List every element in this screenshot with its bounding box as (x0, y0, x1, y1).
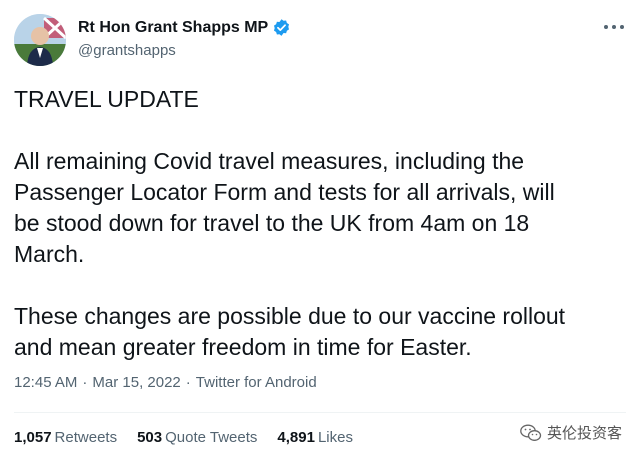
likes-stat[interactable]: 4,891 Likes (277, 429, 353, 446)
tweet-heading: TRAVEL UPDATE (14, 86, 199, 112)
tweet-date[interactable]: Mar 15, 2022 (92, 374, 180, 391)
engagement-stats: 1,057 Retweets 503 Quote Tweets 4,891 Likes (14, 429, 373, 446)
tweet-line: be stood down for travel to the UK from … (14, 210, 530, 236)
retweets-stat[interactable]: 1,057 Retweets (14, 429, 117, 446)
verified-badge-icon (274, 19, 290, 36)
tweet-line: and mean greater freedom in time for Eas… (14, 334, 472, 360)
tweet-source[interactable]: Twitter for Android (196, 374, 317, 391)
tweet-text: TRAVEL UPDATE All remaining Covid travel… (14, 84, 614, 363)
quote-tweets-count: 503 (137, 429, 163, 446)
likes-count: 4,891 (277, 429, 315, 446)
tweet-line: March. (14, 241, 85, 267)
tweet-metadata: 12:45 AM · Mar 15, 2022 · Twitter for Androi… (14, 374, 317, 391)
quote-tweets-label: Quote Tweets (165, 429, 258, 446)
watermark: 英伦投资客 (520, 422, 622, 443)
separator: · (185, 374, 191, 391)
divider (14, 412, 626, 413)
wechat-icon (520, 424, 542, 441)
tweet-line: Passenger Locator Form and tests for all… (14, 179, 555, 205)
separator: · (82, 374, 88, 391)
retweets-label: Retweets (54, 429, 118, 446)
more-options-icon[interactable] (602, 20, 626, 34)
handle[interactable]: @grantshapps (78, 42, 176, 59)
quote-tweets-stat[interactable]: 503 Quote Tweets (137, 429, 257, 446)
tweet-time[interactable]: 12:45 AM (14, 374, 77, 391)
tweet-line: All remaining Covid travel measures, inc… (14, 148, 525, 174)
avatar[interactable] (14, 14, 66, 66)
tweet-header: Rt Hon Grant Shapps MP @grantshapps (14, 14, 626, 66)
retweets-count: 1,057 (14, 429, 52, 446)
profile-photo-icon (14, 14, 66, 66)
tweet-line: These changes are possible due to our va… (14, 303, 566, 329)
display-name[interactable]: Rt Hon Grant Shapps MP (78, 19, 268, 37)
likes-label: Likes (317, 429, 353, 446)
name-row: Rt Hon Grant Shapps MP (78, 18, 291, 37)
watermark-text: 英伦投资客 (546, 425, 622, 442)
